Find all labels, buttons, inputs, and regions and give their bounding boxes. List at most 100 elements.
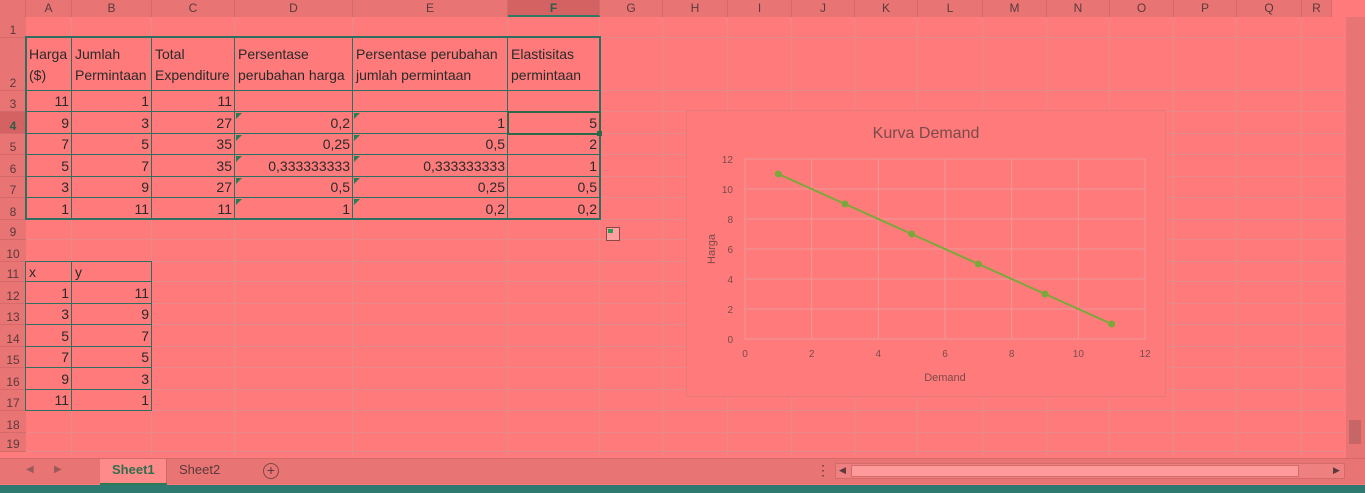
- table1-cell-c3[interactable]: 11: [152, 91, 235, 112]
- table1-cell-a7[interactable]: 3: [26, 177, 72, 198]
- column-header-g[interactable]: G: [600, 0, 663, 17]
- paste-options-icon[interactable]: [606, 227, 620, 241]
- column-header-d[interactable]: D: [235, 0, 353, 17]
- y-tick-label: 4: [727, 275, 733, 286]
- horizontal-scroll-thumb[interactable]: [851, 465, 1299, 477]
- row-header-17[interactable]: 17: [0, 390, 26, 411]
- x-tick-label: 8: [1009, 349, 1015, 360]
- table1-cell-f7[interactable]: 0,5: [508, 177, 600, 198]
- table1-cell-e3[interactable]: [353, 91, 508, 112]
- row-header-15[interactable]: 15: [0, 347, 26, 368]
- table1-cell-c7[interactable]: 27: [152, 177, 235, 198]
- tab-scroll-right-icon[interactable]: ▶: [54, 464, 62, 475]
- table1-cell-d4[interactable]: 0,2: [235, 112, 353, 134]
- row-header-12[interactable]: 12: [0, 282, 26, 304]
- column-header-e[interactable]: E: [353, 0, 508, 17]
- row-header-10[interactable]: 10: [0, 240, 26, 262]
- column-header-q[interactable]: Q: [1237, 0, 1302, 17]
- table1-cell-a6[interactable]: 5: [26, 155, 72, 177]
- row-header-3[interactable]: 3: [0, 91, 26, 112]
- row-header-13[interactable]: 13: [0, 304, 26, 325]
- column-header-j[interactable]: J: [792, 0, 855, 17]
- table1-cell-f3[interactable]: [508, 91, 600, 112]
- vertical-scroll-thumb[interactable]: [1349, 420, 1361, 444]
- table1-cell-d7[interactable]: 0,5: [235, 177, 353, 198]
- table1-cell-a4[interactable]: 9: [26, 112, 72, 134]
- error-indicator-icon: [236, 113, 242, 119]
- row-header-6[interactable]: 6: [0, 155, 26, 177]
- column-header-k[interactable]: K: [855, 0, 918, 17]
- row-header-4[interactable]: 4: [0, 112, 26, 134]
- column-header-c[interactable]: C: [152, 0, 235, 17]
- row-header-5[interactable]: 5: [0, 134, 26, 155]
- table1-cell-f6[interactable]: 1: [508, 155, 600, 177]
- fill-handle[interactable]: [597, 131, 602, 136]
- table1-cell-b7[interactable]: 9: [72, 177, 152, 198]
- table1-cell-e4[interactable]: 1: [353, 112, 508, 134]
- table1-cell-e8[interactable]: 0,2: [353, 198, 508, 220]
- table1-cell-d3[interactable]: [235, 91, 353, 112]
- row-header-19[interactable]: 19: [0, 433, 26, 452]
- row-header-18[interactable]: 18: [0, 411, 26, 433]
- table1-cell-a3[interactable]: 11: [26, 91, 72, 112]
- column-header-n[interactable]: N: [1047, 0, 1110, 17]
- table1-cell-f5[interactable]: 2: [508, 134, 600, 155]
- column-header-r[interactable]: R: [1302, 0, 1332, 17]
- table1-cell-c6[interactable]: 35: [152, 155, 235, 177]
- table1-cell-border: [25, 37, 72, 91]
- table2-cell-border: [25, 261, 72, 282]
- table1-cell-d5[interactable]: 0,25: [235, 134, 353, 155]
- column-header-o[interactable]: O: [1110, 0, 1174, 17]
- error-indicator-icon: [354, 156, 360, 162]
- table1-cell-b4[interactable]: 3: [72, 112, 152, 134]
- row-header-16[interactable]: 16: [0, 368, 26, 390]
- table1-cell-a8[interactable]: 1: [26, 198, 72, 220]
- more-options-icon[interactable]: ⋮: [816, 462, 830, 479]
- table1-cell-b3[interactable]: 1: [72, 91, 152, 112]
- vertical-scrollbar[interactable]: [1346, 17, 1365, 458]
- column-header-i[interactable]: I: [728, 0, 792, 17]
- demand-chart[interactable]: Kurva Demand 0 2 4 6 8 10 12 0 2 4 6 8 10 12 Demand Harg…: [686, 110, 1166, 397]
- table2-cell-border: [25, 367, 72, 390]
- status-bar: [0, 485, 1365, 493]
- column-header-p[interactable]: P: [1174, 0, 1237, 17]
- tab-sheet2[interactable]: Sheet2: [166, 459, 232, 483]
- table1-cell-e7[interactable]: 0,25: [353, 177, 508, 198]
- table2-cell-border: [25, 324, 72, 347]
- row-header-8[interactable]: 8: [0, 198, 26, 220]
- selected-cell-f4[interactable]: [507, 111, 601, 135]
- x-tick-label: 6: [942, 349, 948, 360]
- table1-cell-d6[interactable]: 0,333333333: [235, 155, 353, 177]
- add-sheet-button[interactable]: +: [263, 463, 279, 479]
- scroll-right-arrow-icon[interactable]: ▶: [1333, 465, 1340, 476]
- row-header-1[interactable]: 1: [0, 17, 26, 38]
- scroll-left-arrow-icon[interactable]: ◀: [839, 465, 846, 476]
- row-header-7[interactable]: 7: [0, 177, 26, 198]
- column-header-b[interactable]: B: [72, 0, 152, 17]
- row-header-11[interactable]: 11: [0, 262, 26, 282]
- table1-cell-e6[interactable]: 0,333333333: [353, 155, 508, 177]
- row-header-9[interactable]: 9: [0, 220, 26, 240]
- x-tick-label: 0: [742, 349, 748, 360]
- table1-cell-b5[interactable]: 5: [72, 134, 152, 155]
- column-header-a[interactable]: A: [26, 0, 72, 17]
- table1-cell-c4[interactable]: 27: [152, 112, 235, 134]
- table1-cell-d8[interactable]: 1: [235, 198, 353, 220]
- table1-cell-c8[interactable]: 11: [152, 198, 235, 220]
- table1-cell-border: [234, 37, 353, 91]
- column-header-h[interactable]: H: [663, 0, 728, 17]
- column-header-f[interactable]: F: [508, 0, 600, 17]
- select-all-corner[interactable]: [0, 0, 26, 17]
- tab-scroll-left-icon[interactable]: ◀: [26, 464, 34, 475]
- tab-sheet1[interactable]: Sheet1: [100, 459, 167, 486]
- row-header-14[interactable]: 14: [0, 325, 26, 347]
- table1-cell-a5[interactable]: 7: [26, 134, 72, 155]
- table1-cell-c5[interactable]: 35: [152, 134, 235, 155]
- column-header-m[interactable]: M: [983, 0, 1047, 17]
- table1-cell-b8[interactable]: 11: [72, 198, 152, 220]
- table1-cell-b6[interactable]: 7: [72, 155, 152, 177]
- row-header-2[interactable]: 2: [0, 38, 26, 91]
- table1-cell-f8[interactable]: 0,2: [508, 198, 600, 220]
- table1-cell-e5[interactable]: 0,5: [353, 134, 508, 155]
- column-header-l[interactable]: L: [918, 0, 983, 17]
